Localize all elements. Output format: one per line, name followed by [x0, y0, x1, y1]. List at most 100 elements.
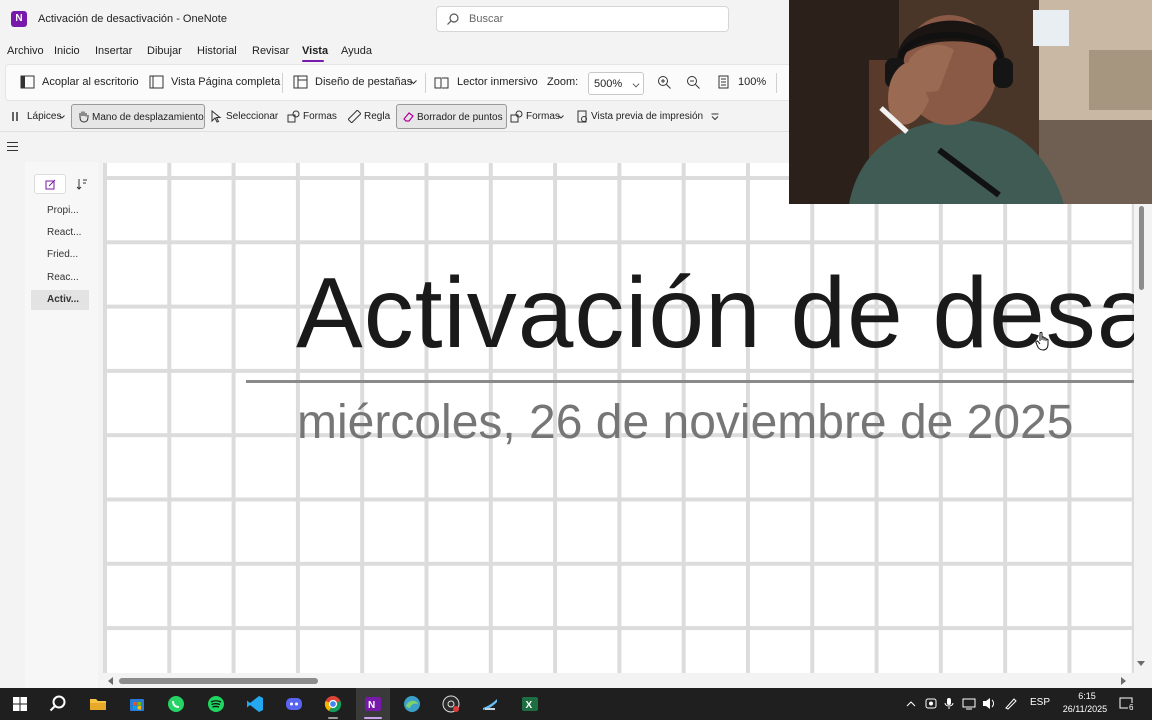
immersive-reader-button[interactable]: Lector inmersivo	[457, 76, 538, 88]
zoom-value: 500%	[594, 78, 623, 90]
zoom-in-icon[interactable]	[657, 75, 672, 89]
hand-cursor-icon	[1035, 331, 1049, 351]
full-page-icon	[149, 75, 164, 89]
tab-insertar[interactable]: Insertar	[95, 45, 132, 57]
tab-historial[interactable]: Historial	[197, 45, 237, 57]
file-explorer-icon[interactable]	[88, 694, 108, 714]
point-eraser-label: Borrador de puntos	[417, 112, 503, 123]
chevron-down-icon	[558, 115, 564, 119]
new-page-icon	[45, 179, 56, 190]
vertical-scroll-thumb[interactable]	[1139, 206, 1144, 290]
zoom-100-button[interactable]: 100%	[738, 76, 766, 88]
page-100-icon	[718, 75, 729, 89]
whatsapp-icon[interactable]	[166, 694, 186, 714]
tab-vista[interactable]: Vista	[302, 45, 328, 57]
tab-layout-button[interactable]: Diseño de pestañas	[315, 76, 412, 88]
clock-time[interactable]: 6:15	[1064, 691, 1110, 701]
running-indicator	[328, 717, 338, 719]
note-canvas[interactable]: Activación de desac miércoles, 26 de nov…	[103, 163, 1134, 673]
print-preview-icon	[577, 110, 587, 123]
horizontal-scroll-thumb[interactable]	[119, 678, 318, 684]
scroll-down-arrow[interactable]	[1137, 661, 1145, 666]
title-underline	[246, 380, 1134, 383]
discord-icon[interactable]	[284, 694, 304, 714]
keyboard-language-indicator[interactable]: ESP	[1030, 697, 1050, 708]
print-preview-button[interactable]: Vista previa de impresión	[591, 111, 703, 122]
search-icon	[447, 13, 459, 25]
webcam-overlay	[789, 0, 1152, 204]
chevron-down-icon	[632, 80, 640, 88]
active-app-indicator	[364, 717, 382, 719]
vertical-scrollbar[interactable]	[1134, 203, 1152, 673]
taskbar-search-icon[interactable]	[48, 694, 68, 714]
active-tab-indicator	[302, 60, 324, 62]
pens-dropdown[interactable]: Lápices	[27, 111, 61, 122]
obs-icon[interactable]	[441, 694, 461, 714]
tab-layout-icon	[293, 75, 308, 89]
page-item[interactable]: Propi...	[31, 201, 89, 221]
microphone-icon[interactable]	[944, 697, 954, 710]
windows-start-icon[interactable]	[10, 694, 30, 714]
network-icon[interactable]	[962, 697, 976, 710]
clock-date[interactable]: 26/11/2025	[1054, 704, 1116, 714]
page-item[interactable]: Reac...	[31, 268, 89, 288]
page-date: miércoles, 26 de noviembre de 2025	[297, 396, 1074, 449]
volume-icon[interactable]	[982, 697, 996, 710]
full-page-view-button[interactable]: Vista Página completa	[171, 76, 280, 88]
tray-overflow-chevron-icon[interactable]	[906, 700, 916, 707]
vscode-icon[interactable]	[245, 694, 265, 714]
chrome-icon[interactable]	[323, 694, 343, 714]
ribbon-divider	[776, 73, 777, 93]
scroll-left-arrow[interactable]	[108, 677, 113, 685]
edge-icon[interactable]	[402, 694, 422, 714]
page-item[interactable]: Fried...	[31, 245, 89, 265]
chevron-down-icon	[59, 115, 65, 119]
navigation-menu-icon[interactable]	[7, 142, 18, 152]
ribbon-divider	[425, 73, 426, 93]
zoom-out-icon[interactable]	[686, 75, 701, 89]
tab-inicio[interactable]: Inicio	[54, 45, 80, 57]
page-item[interactable]: React...	[31, 223, 89, 243]
notification-count-badge: 6	[1128, 703, 1135, 712]
immersive-reader-icon	[434, 77, 449, 89]
zoom-label: Zoom:	[547, 76, 579, 88]
shapes-button[interactable]: Formas	[303, 111, 337, 122]
chevron-down-icon	[410, 80, 417, 85]
taskbar: N X ESP 6:15 26/11/2025 6	[0, 688, 1152, 720]
steam-icon[interactable]	[480, 694, 500, 714]
ribbon-divider	[282, 73, 283, 93]
scroll-right-arrow[interactable]	[1121, 677, 1126, 685]
point-eraser-button[interactable]: Borrador de puntos	[396, 104, 507, 129]
tab-revisar[interactable]: Revisar	[252, 45, 289, 57]
dock-desktop-button[interactable]: Acoplar al escritorio	[42, 76, 139, 88]
new-page-button[interactable]	[34, 174, 66, 194]
tab-archivo[interactable]: Archivo	[7, 45, 44, 57]
page-title[interactable]: Activación de desac	[296, 256, 1134, 371]
ruler-button[interactable]: Regla	[364, 111, 390, 122]
shapes-icon	[510, 110, 523, 123]
search-placeholder: Buscar	[469, 13, 504, 25]
webcam-person-image	[789, 0, 1152, 204]
onenote-taskbar-icon[interactable]: N	[363, 694, 383, 714]
svg-text:N: N	[368, 700, 375, 711]
spotify-icon[interactable]	[206, 694, 226, 714]
search-input[interactable]: Buscar	[436, 6, 729, 32]
eraser-icon	[403, 112, 414, 122]
shapes-dropdown[interactable]: Formas	[526, 111, 560, 122]
tray-app-icon[interactable]	[925, 697, 937, 710]
tab-dibujar[interactable]: Dibujar	[147, 45, 182, 57]
pen-ink-icon[interactable]	[1004, 697, 1018, 710]
select-button[interactable]: Seleccionar	[226, 111, 278, 122]
microsoft-store-icon[interactable]	[127, 694, 147, 714]
ribbon-overflow-icon[interactable]	[711, 113, 719, 121]
shapes-icon	[287, 110, 300, 123]
excel-icon[interactable]: X	[520, 694, 540, 714]
pan-hand-button[interactable]: Mano de desplazamiento	[71, 104, 205, 129]
page-item-active[interactable]: Activ...	[31, 290, 89, 310]
page-list-panel: Propi... React... Fried... Reac... Activ…	[25, 162, 98, 688]
onenote-app-icon: N	[11, 11, 27, 27]
zoom-select[interactable]: 500%	[588, 72, 644, 95]
horizontal-scrollbar[interactable]	[103, 673, 1134, 688]
sort-icon[interactable]	[76, 178, 88, 190]
tab-ayuda[interactable]: Ayuda	[341, 45, 372, 57]
